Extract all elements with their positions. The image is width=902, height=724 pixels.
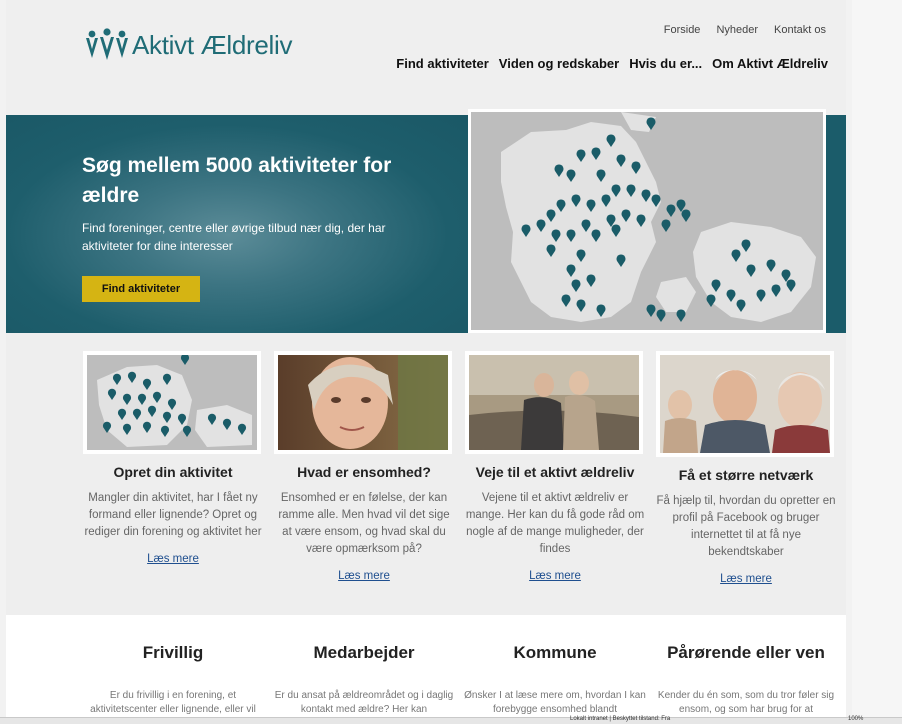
denmark-map-image [471,112,823,330]
card-read-more-link[interactable]: Læs mere [272,570,456,582]
audience-title: Medarbejder [313,643,415,662]
audience-medarbejder[interactable]: Medarbejder Er du ansat på ældreområdet … [272,643,456,717]
card-map-image[interactable] [83,351,261,454]
hero-banner: Søg mellem 5000 aktiviteter for ældre Fi… [6,109,846,333]
audience-text: Er du frivillig i en forening, et aktivi… [90,690,256,715]
card-title: Opret din aktivitet [113,464,233,480]
hero-subtitle: Find foreninger, centre eller øvrige til… [82,221,386,253]
audience-title: Kommune [513,643,597,662]
audience-text: Kender du én som, som du tror føler sig … [657,690,835,715]
hero-title: Søg mellem 5000 aktiviteter for ældre [82,154,392,207]
card-read-more-link[interactable]: Læs mere [463,570,647,582]
audience-paaroerende[interactable]: Pårørende eller ven Kender du én som, so… [654,643,838,717]
audience-text: Er du ansat på ældreområdet og i daglig … [274,690,454,715]
feature-cards: Opret din aktivitet Mangler din aktivite… [6,333,846,615]
nav-om[interactable]: Om Aktivt Ældreliv [712,56,828,71]
top-link-nyheder[interactable]: Nyheder [716,24,758,36]
hero-map[interactable] [468,109,826,333]
audience-kommune[interactable]: Kommune Ønsker I at læse mere om, hvorda… [463,643,647,717]
audience-title: Frivillig [142,643,204,662]
card-text: Mangler din aktivitet, har I fået ny for… [84,492,262,538]
top-link-forside[interactable]: Forside [664,24,701,36]
find-aktiviteter-button[interactable]: Find aktiviteter [82,276,200,302]
zoom-level[interactable]: 100% [848,716,863,722]
card-netvaerk: Få et større netværk Få hjælp til, hvord… [654,351,838,585]
card-woman-image[interactable] [274,351,452,454]
site-logo[interactable]: Aktivt Ældreliv [84,28,293,62]
nav-hvis-du-er[interactable]: Hvis du er... [629,56,702,71]
card-read-more-link[interactable]: Læs mere [81,553,265,565]
card-group-image[interactable] [656,351,834,457]
logo-people-icon [86,28,128,60]
card-text: Vejene til et aktivt ældreliv er mange. … [465,492,645,555]
card-title: Få et større netværk [678,467,814,483]
logo-text: Aktivt Ældreliv [132,29,293,60]
nav-find-aktiviteter[interactable]: Find aktiviteter [396,56,488,71]
card-title: Hvad er ensomhed? [297,464,431,480]
card-ensomhed: Hvad er ensomhed? Ensomhed er en følelse… [272,351,456,582]
browser-right-margin [852,0,902,717]
audience-section: Frivillig Er du frivillig i en forening,… [6,615,846,723]
nav-viden[interactable]: Viden og redskaber [499,56,619,71]
card-text: Ensomhed er en følelse, der kan ramme al… [278,492,450,555]
top-links: Forside Nyheder Kontakt os [664,24,826,36]
audience-frivillig[interactable]: Frivillig Er du frivillig i en forening,… [81,643,265,717]
card-read-more-link[interactable]: Læs mere [654,573,838,585]
card-title: Veje til et aktivt ældreliv [475,464,635,480]
card-text: Få hjælp til, hvordan du opretter en pro… [656,495,836,558]
card-opret: Opret din aktivitet Mangler din aktivite… [81,351,265,565]
top-link-kontakt[interactable]: Kontakt os [774,24,826,36]
audience-text: Ønsker I at læse mere om, hvordan I kan … [464,690,646,715]
page: Aktivt Ældreliv Forside Nyheder Kontakt … [6,0,846,723]
site-header: Aktivt Ældreliv Forside Nyheder Kontakt … [6,0,846,115]
hero-panel: Søg mellem 5000 aktiviteter for ældre Fi… [6,115,468,333]
card-couple-image[interactable] [465,351,643,454]
audience-title: Pårørende eller ven [667,643,825,662]
main-nav: Find aktiviteter Viden og redskaber Hvis… [396,56,828,71]
status-text: Lokalt intranet | Beskyttet tilstand: Fr… [570,716,671,722]
card-veje: Veje til et aktivt ældreliv Vejene til e… [463,351,647,582]
